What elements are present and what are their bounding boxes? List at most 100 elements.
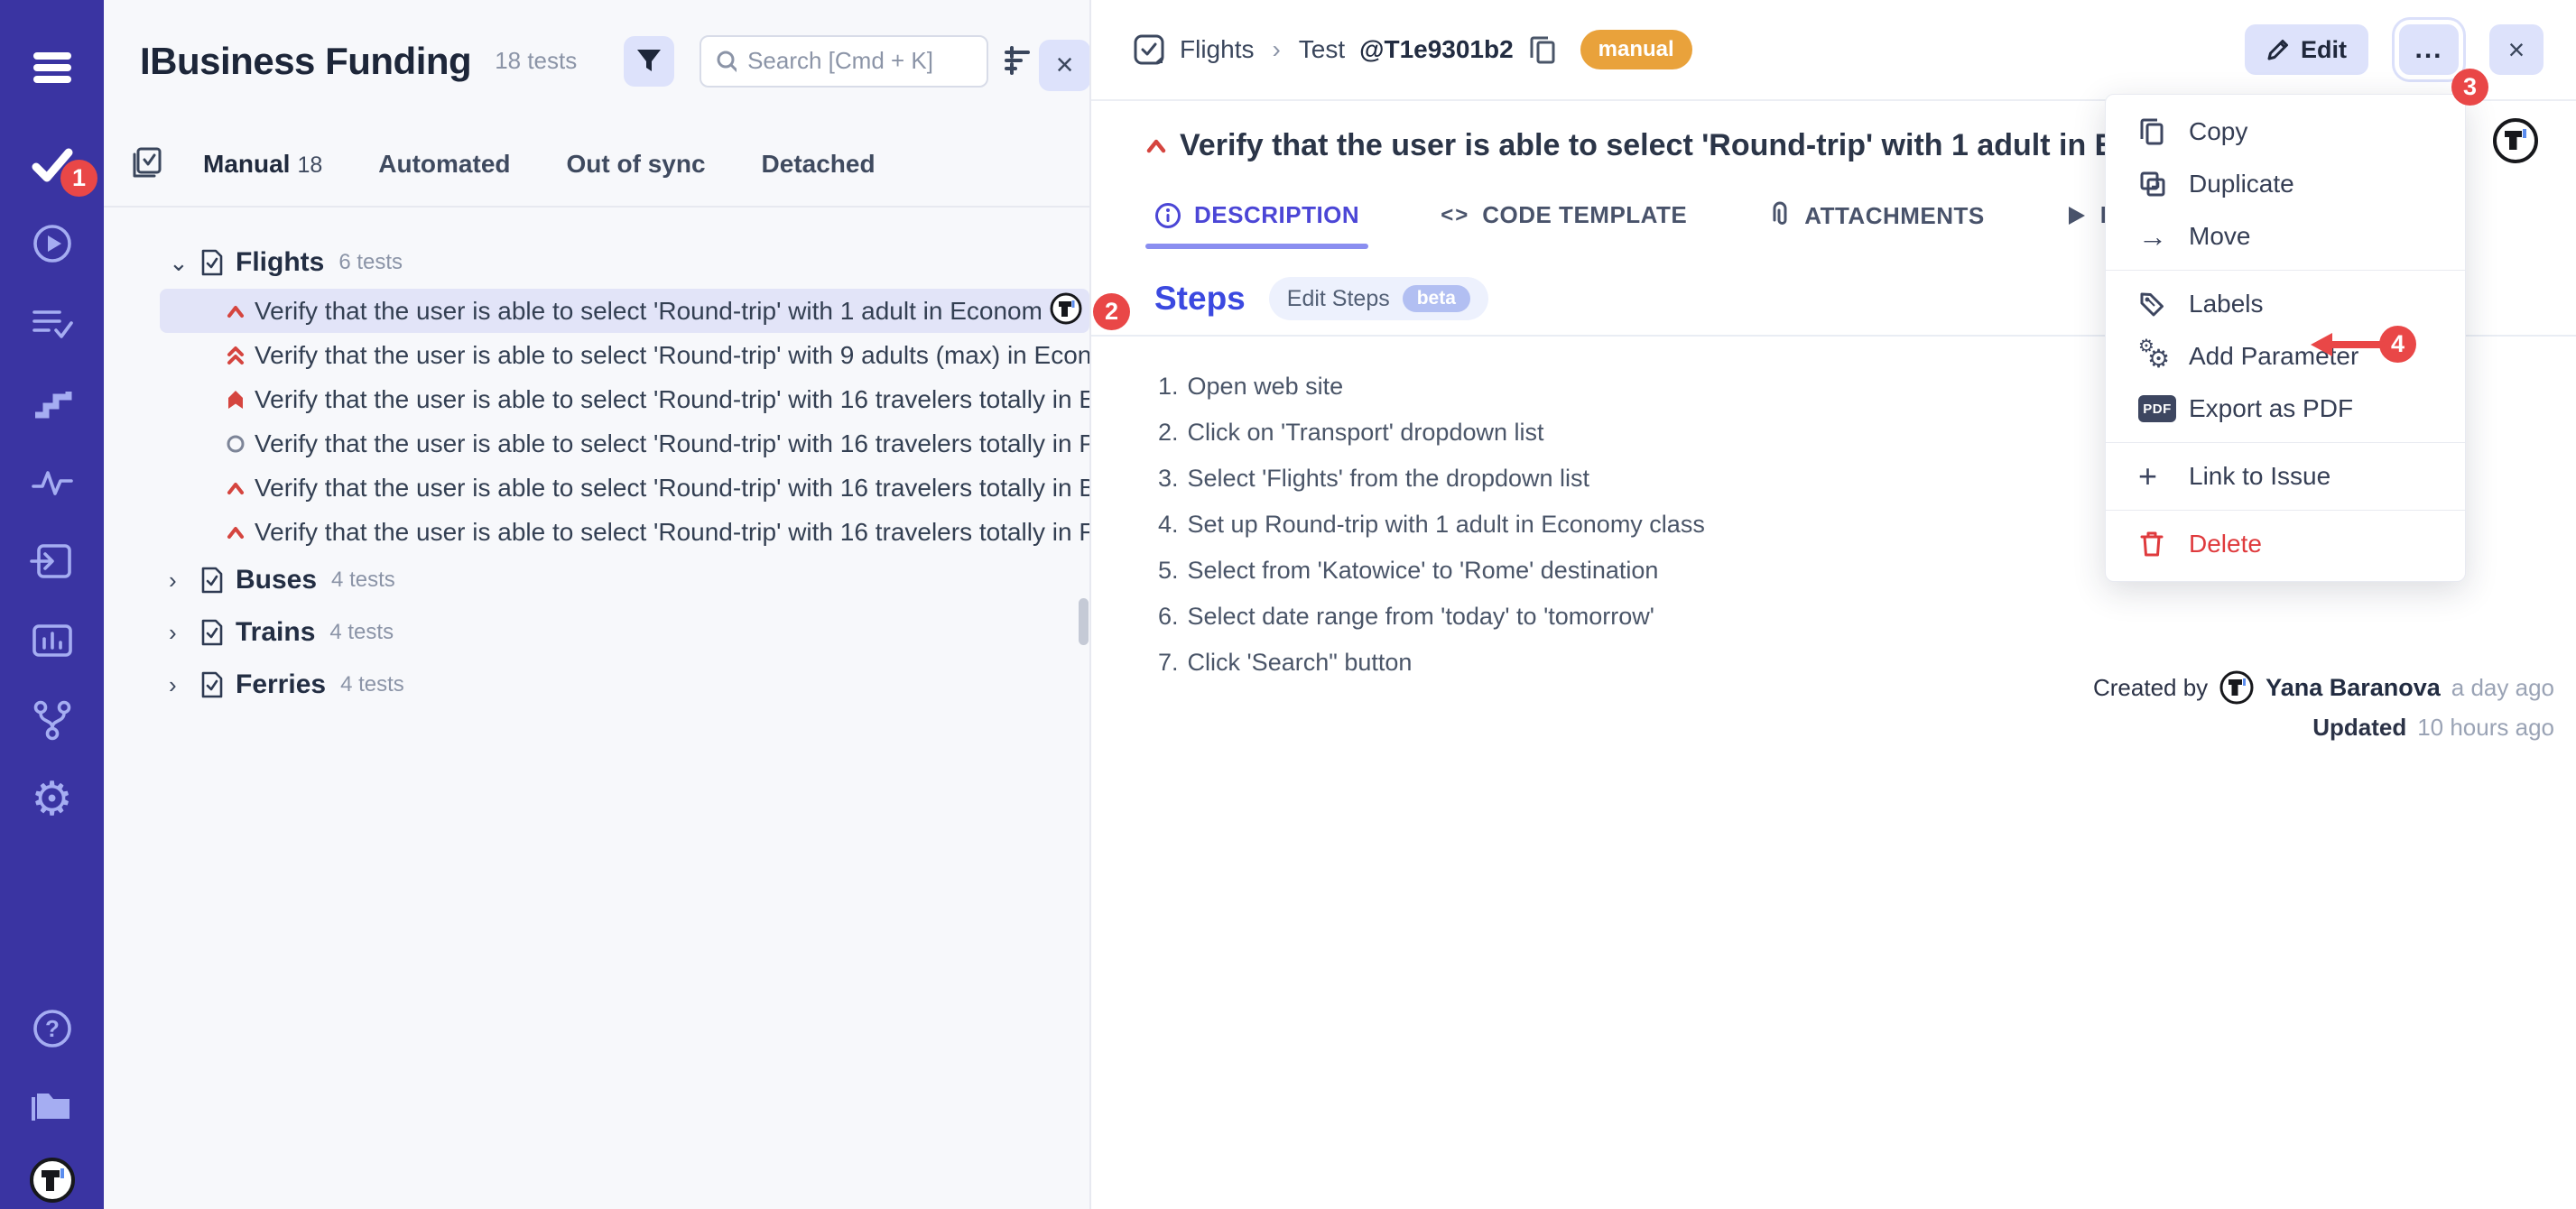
tab-automated[interactable]: Automated xyxy=(378,150,510,179)
gear-icon[interactable]: ⚙ xyxy=(0,774,104,825)
author-name[interactable]: Yana Baranova xyxy=(2266,674,2441,702)
sort-options-button[interactable] xyxy=(1003,45,1032,80)
more-actions-button[interactable]: ... xyxy=(2399,24,2459,75)
tab-code-template[interactable]: <> CODE TEMPLATE xyxy=(1441,201,1687,249)
menu-item-duplicate[interactable]: Duplicate xyxy=(2106,158,2465,210)
folder-name: Flights xyxy=(236,247,324,278)
test-row[interactable]: Verify that the user is able to select '… xyxy=(160,377,1089,421)
chevron-right-icon: › xyxy=(169,567,199,595)
annotation-arrow xyxy=(2309,327,2385,363)
folder-row-ferries[interactable]: › Ferries 4 tests xyxy=(104,659,1089,711)
folder-row-buses[interactable]: › Buses 4 tests xyxy=(104,554,1089,606)
tab-manual[interactable]: Manual18 xyxy=(203,150,322,179)
suite-doc-icon xyxy=(199,566,225,595)
menu-item-link-to-issue[interactable]: + Link to Issue xyxy=(2106,450,2465,503)
test-row[interactable]: Verify that the user is able to select '… xyxy=(160,333,1089,377)
beta-badge: beta xyxy=(1403,285,1470,312)
annotation-badge-2: 2 xyxy=(1093,293,1130,330)
breadcrumb: Flights › Test @T1e9301b2 manual xyxy=(1133,30,2245,69)
test-tree-panel: IBusiness Funding 18 tests × Manual18 Au… xyxy=(104,0,1089,1209)
edit-steps-button[interactable]: Edit Steps beta xyxy=(1269,277,1488,320)
step-item: 6.Select date range from 'today' to 'tom… xyxy=(1158,594,2576,640)
run-triangle-icon xyxy=(2066,204,2088,227)
tab-attachments[interactable]: ATTACHMENTS xyxy=(1768,201,1985,250)
test-row[interactable]: Verify that the user is able to select '… xyxy=(160,466,1089,510)
sidebar-item-steps[interactable] xyxy=(0,377,104,428)
edit-steps-label: Edit Steps xyxy=(1287,286,1390,312)
pdf-icon: PDF xyxy=(2138,395,2189,422)
sidebar-item-reports[interactable] xyxy=(0,615,104,666)
folder-count: 4 tests xyxy=(340,672,404,697)
edit-button-label: Edit xyxy=(2301,36,2347,64)
search-box xyxy=(700,35,988,88)
edit-button[interactable]: Edit xyxy=(2245,24,2368,75)
breadcrumb-separator: › xyxy=(1272,35,1280,64)
folder-name: Trains xyxy=(236,617,315,648)
paperclip-icon xyxy=(1768,201,1792,230)
updated-label: Updated xyxy=(2312,714,2406,742)
test-id: @T1e9301b2 xyxy=(1359,35,1514,64)
detail-actions: Edit ... × xyxy=(2245,24,2544,75)
pencil-icon xyxy=(2266,38,2290,61)
user-avatar-logo[interactable] xyxy=(0,1155,104,1205)
test-row[interactable]: Verify that the user is able to select '… xyxy=(160,421,1089,466)
tune-icon xyxy=(1003,45,1032,76)
chevron-right-icon: › xyxy=(169,619,199,647)
sidebar-item-pulse[interactable] xyxy=(0,457,104,507)
folder-count: 4 tests xyxy=(329,620,394,645)
test-title: Verify that the user is able to select '… xyxy=(255,429,1089,458)
priority-normal-icon xyxy=(226,434,246,454)
folder-icon[interactable] xyxy=(0,1079,104,1130)
search-input[interactable] xyxy=(747,47,972,75)
priority-highest-icon xyxy=(226,346,246,365)
priority-critical-icon xyxy=(226,390,246,410)
folder-row-flights[interactable]: ⌄ Flights 6 tests xyxy=(104,236,1089,289)
project-tests-count: 18 tests xyxy=(495,47,577,75)
menu-item-move[interactable]: → Move xyxy=(2106,210,2465,263)
priority-high-icon xyxy=(226,303,246,319)
menu-item-delete[interactable]: Delete xyxy=(2106,518,2465,570)
help-icon[interactable]: ? xyxy=(0,1003,104,1054)
folder-count: 6 tests xyxy=(338,250,403,275)
test-title: Verify that the user is able to select '… xyxy=(255,297,1041,326)
tree-scrollbar-thumb[interactable] xyxy=(1079,598,1089,645)
assignee-avatar[interactable] xyxy=(2492,117,2539,169)
copy-id-icon[interactable] xyxy=(1528,34,1557,65)
test-row-selected[interactable]: Verify that the user is able to select '… xyxy=(160,289,1089,333)
annotation-badge-3: 3 xyxy=(2451,69,2488,106)
close-icon: × xyxy=(1056,48,1074,83)
close-detail-button[interactable]: × xyxy=(2489,24,2544,75)
plus-icon: + xyxy=(2138,460,2189,493)
sidebar-item-branches[interactable] xyxy=(0,695,104,745)
project-header: IBusiness Funding 18 tests × xyxy=(104,0,1089,122)
priority-high-icon xyxy=(226,480,246,496)
breadcrumb-folder[interactable]: Flights xyxy=(1180,35,1254,64)
checklist-icon[interactable] xyxy=(131,145,163,182)
sidebar-item-import[interactable] xyxy=(0,536,104,586)
app-window: ⚙ ? 1 IBusiness Funding 18 tests xyxy=(0,0,2576,1209)
menu-item-export-pdf[interactable]: PDF Export as PDF xyxy=(2106,383,2465,435)
ellipsis-icon: ... xyxy=(2414,34,2442,65)
test-type-tabs: Manual18 Automated Out of sync Detached xyxy=(104,122,1089,208)
menu-item-labels[interactable]: Labels xyxy=(2106,278,2465,330)
tag-icon xyxy=(2138,290,2189,318)
search-icon xyxy=(716,50,737,73)
sidebar-item-plans[interactable] xyxy=(0,298,104,348)
priority-high-icon xyxy=(226,524,246,540)
filter-button[interactable] xyxy=(624,36,674,87)
hamburger-menu-icon[interactable] xyxy=(0,42,104,93)
tab-description[interactable]: DESCRIPTION xyxy=(1154,201,1359,249)
menu-divider xyxy=(2106,442,2465,443)
tab-detached[interactable]: Detached xyxy=(762,150,876,179)
test-row[interactable]: Verify that the user is able to select '… xyxy=(160,510,1089,554)
tab-out-of-sync[interactable]: Out of sync xyxy=(567,150,706,179)
sidebar-item-runs[interactable] xyxy=(0,218,104,269)
info-icon xyxy=(1154,202,1181,229)
close-icon: × xyxy=(2508,33,2525,67)
folder-count: 4 tests xyxy=(331,568,395,593)
close-panel-button[interactable]: × xyxy=(1039,40,1090,91)
folder-row-trains[interactable]: › Trains 4 tests xyxy=(104,606,1089,659)
menu-item-copy[interactable]: Copy xyxy=(2106,106,2465,158)
menu-divider xyxy=(2106,510,2465,511)
created-by-label: Created by xyxy=(2093,674,2208,702)
